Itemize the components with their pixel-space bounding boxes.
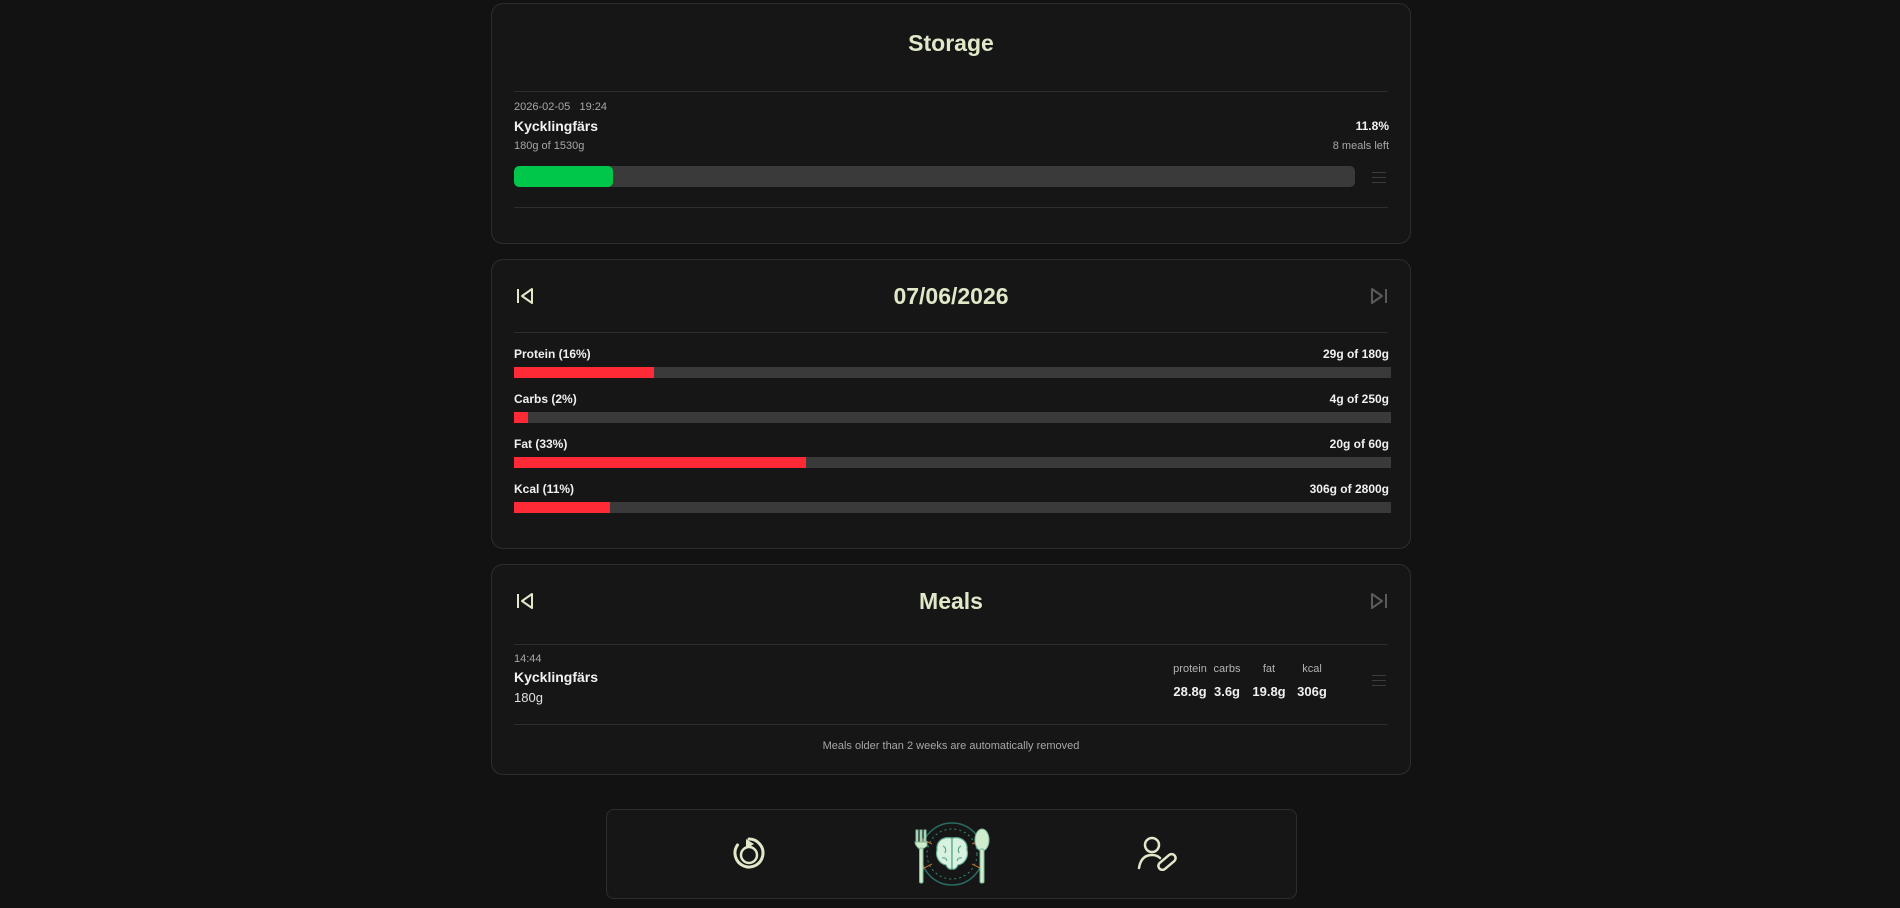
macro-bar-fat bbox=[514, 457, 1391, 468]
meal-name: Kycklingfärs bbox=[514, 669, 599, 685]
divider bbox=[514, 644, 1388, 645]
storage-item-meals-left: 8 meals left bbox=[1332, 140, 1389, 152]
storage-item-amount: 180g of 1530g bbox=[514, 140, 585, 152]
daily-card: 07/06/2026 Protein (16%) 29g of 180g Car… bbox=[491, 259, 1411, 549]
storage-item-percent: 11.8% bbox=[1355, 119, 1389, 133]
nutrient-value: 306g bbox=[1297, 684, 1327, 699]
macro-bar-protein bbox=[514, 367, 1391, 378]
next-day-button[interactable] bbox=[1368, 285, 1390, 307]
meal-amount: 180g bbox=[514, 690, 543, 705]
app-logo-icon bbox=[914, 822, 990, 886]
progress-play-icon bbox=[733, 837, 765, 869]
macro-value-carbs: 4g of 250g bbox=[1329, 392, 1389, 406]
macro-value-protein: 29g of 180g bbox=[1322, 347, 1389, 361]
macro-value-fat: 20g of 60g bbox=[1329, 437, 1389, 451]
skip-forward-icon bbox=[1371, 288, 1387, 304]
macro-label-carbs: Carbs (2%) bbox=[514, 392, 577, 406]
nutrient-key: protein bbox=[1173, 663, 1207, 675]
divider bbox=[514, 724, 1388, 725]
daily-date: 07/06/2026 bbox=[893, 283, 1009, 309]
progress-nav-button[interactable] bbox=[731, 835, 767, 871]
macro-bar-kcal bbox=[514, 502, 1391, 513]
macro-bar-fill-carbs bbox=[514, 412, 529, 423]
nutrient-value: 19.8g bbox=[1252, 684, 1286, 699]
macro-value-kcal: 306g of 2800g bbox=[1309, 482, 1389, 496]
meal-time: 14:44 bbox=[514, 653, 542, 665]
storage-item-datetime: 2026-02-05 19:24 bbox=[514, 101, 607, 113]
macro-bar-fill-fat bbox=[514, 457, 807, 468]
nutrient-key: carbs bbox=[1213, 663, 1241, 675]
macro-bar-carbs bbox=[514, 412, 1391, 423]
macro-label-fat: Fat (33%) bbox=[514, 437, 568, 451]
macro-label-kcal: Kcal (11%) bbox=[514, 482, 575, 496]
macro-label-protein: Protein (16%) bbox=[514, 347, 591, 361]
nutrient-key: fat bbox=[1262, 663, 1276, 675]
storage-title: Storage bbox=[908, 30, 994, 56]
nutrient-value: 3.6g bbox=[1213, 684, 1240, 699]
meals-title: Meals bbox=[919, 588, 983, 614]
macro-bar-fill-kcal bbox=[514, 502, 610, 513]
divider bbox=[514, 91, 1388, 92]
meal-nutrient-fat: fat 19.8g bbox=[1249, 663, 1289, 699]
macro-bar-fill-protein bbox=[514, 367, 655, 378]
meal-nutrient-kcal: kcal 306g bbox=[1292, 663, 1332, 699]
next-meals-button[interactable] bbox=[1368, 590, 1390, 612]
storage-item-name: Kycklingfärs bbox=[514, 118, 599, 134]
bottom-nav bbox=[606, 809, 1297, 899]
nutrient-value: 28.8g bbox=[1173, 684, 1207, 699]
storage-item-menu-icon[interactable] bbox=[1372, 172, 1386, 184]
meal-nutrient-carbs: carbs 3.6g bbox=[1207, 663, 1247, 699]
meal-item-menu-icon[interactable] bbox=[1372, 675, 1386, 687]
storage-progress-bar bbox=[514, 166, 1355, 187]
profile-nav-button[interactable] bbox=[1137, 835, 1177, 872]
storage-progress-fill bbox=[514, 166, 614, 187]
storage-card: Storage 2026-02-05 19:24 Kycklingfärs 11… bbox=[491, 3, 1411, 244]
meals-card: Meals 14:44 Kycklingfärs 180g protein 28… bbox=[491, 564, 1411, 775]
meal-nutrient-protein: protein 28.8g bbox=[1170, 663, 1210, 699]
nutrient-key: kcal bbox=[1302, 663, 1322, 675]
storage-item-date: 2026-02-05 bbox=[514, 101, 571, 113]
divider bbox=[514, 207, 1388, 208]
user-edit-icon bbox=[1137, 836, 1177, 872]
home-logo-button[interactable] bbox=[902, 820, 1002, 888]
skip-forward-icon bbox=[1371, 593, 1387, 609]
divider bbox=[514, 332, 1388, 333]
meals-footer-note: Meals older than 2 weeks are automatical… bbox=[822, 740, 1080, 752]
storage-item-time: 19:24 bbox=[579, 101, 607, 113]
